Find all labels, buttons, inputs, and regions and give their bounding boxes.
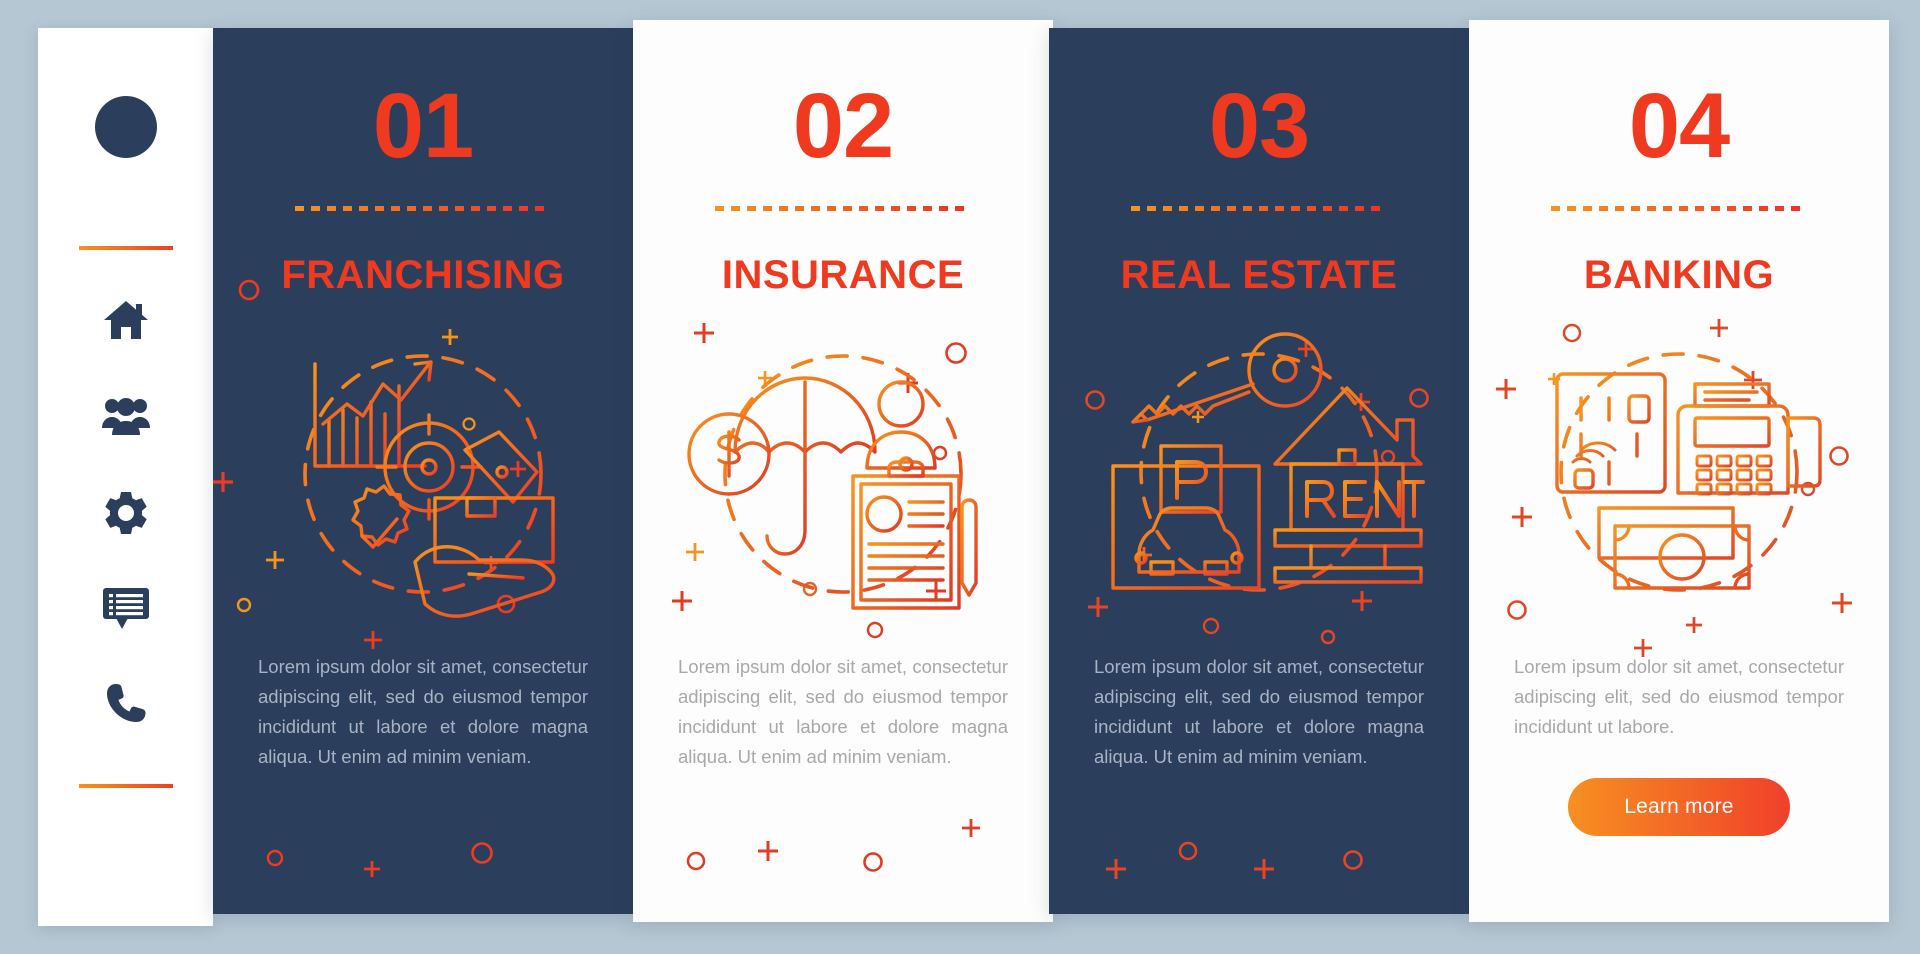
card-title: BANKING <box>1583 253 1775 297</box>
sidebar-divider-bottom <box>78 784 173 788</box>
onboarding-card-insurance[interactable]: 02 INSURANCE Lorem ipsum dolor sit amet,… <box>633 20 1053 922</box>
real-estate-illustration <box>1079 322 1439 622</box>
card-description: Lorem ipsum dolor sit amet, consectetur … <box>678 656 1008 767</box>
sidebar-divider-top <box>78 246 173 250</box>
onboarding-card-real-estate[interactable]: 03 REAL ESTATE Lorem ipsum dolor sit ame… <box>1049 28 1469 914</box>
card-description: Lorem ipsum dolor sit amet, consectetur … <box>258 656 588 767</box>
card-number: 04 <box>1628 75 1730 177</box>
header-dashed-rule <box>1131 206 1387 211</box>
card-description: Lorem ipsum dolor sit amet, consectetur … <box>1094 656 1424 767</box>
sidebar-item-users[interactable] <box>100 390 152 442</box>
card-title: INSURANCE <box>721 253 965 297</box>
card-number: 03 <box>1208 75 1310 177</box>
card-title: FRANCHISING <box>281 253 565 297</box>
card-number: 02 <box>792 75 894 177</box>
franchising-illustration <box>243 322 603 622</box>
sidebar-item-home[interactable] <box>100 294 152 346</box>
chat-list-icon <box>102 586 150 630</box>
onboarding-card-franchising[interactable]: 01 FRANCHISING Lorem ipsum dolor sit ame… <box>213 28 633 914</box>
insurance-illustration <box>663 322 1023 622</box>
sidebar-item-messages[interactable] <box>100 582 152 634</box>
avatar[interactable] <box>94 96 157 158</box>
sidebar <box>38 28 213 926</box>
phone-icon <box>105 682 147 726</box>
onboarding-screens-stage: 01 FRANCHISING Lorem ipsum dolor sit ame… <box>0 0 1920 954</box>
header-dashed-rule <box>715 206 971 211</box>
card-title: REAL ESTATE <box>1120 253 1398 297</box>
header-dashed-rule <box>1551 206 1807 211</box>
users-icon <box>101 395 150 437</box>
card-description: Lorem ipsum dolor sit amet, consectetur … <box>1514 656 1844 737</box>
onboarding-card-banking[interactable]: 04 BANKING Lorem ipsum dolor sit amet, c… <box>1469 20 1889 922</box>
header-dashed-rule <box>295 206 551 211</box>
card-number: 01 <box>372 75 474 177</box>
learn-more-button[interactable]: Learn more <box>1568 777 1790 836</box>
banking-illustration <box>1499 322 1859 622</box>
gear-icon <box>104 490 148 534</box>
sidebar-item-contact[interactable] <box>100 678 152 730</box>
home-icon <box>103 298 149 342</box>
sidebar-item-settings[interactable] <box>100 486 152 538</box>
